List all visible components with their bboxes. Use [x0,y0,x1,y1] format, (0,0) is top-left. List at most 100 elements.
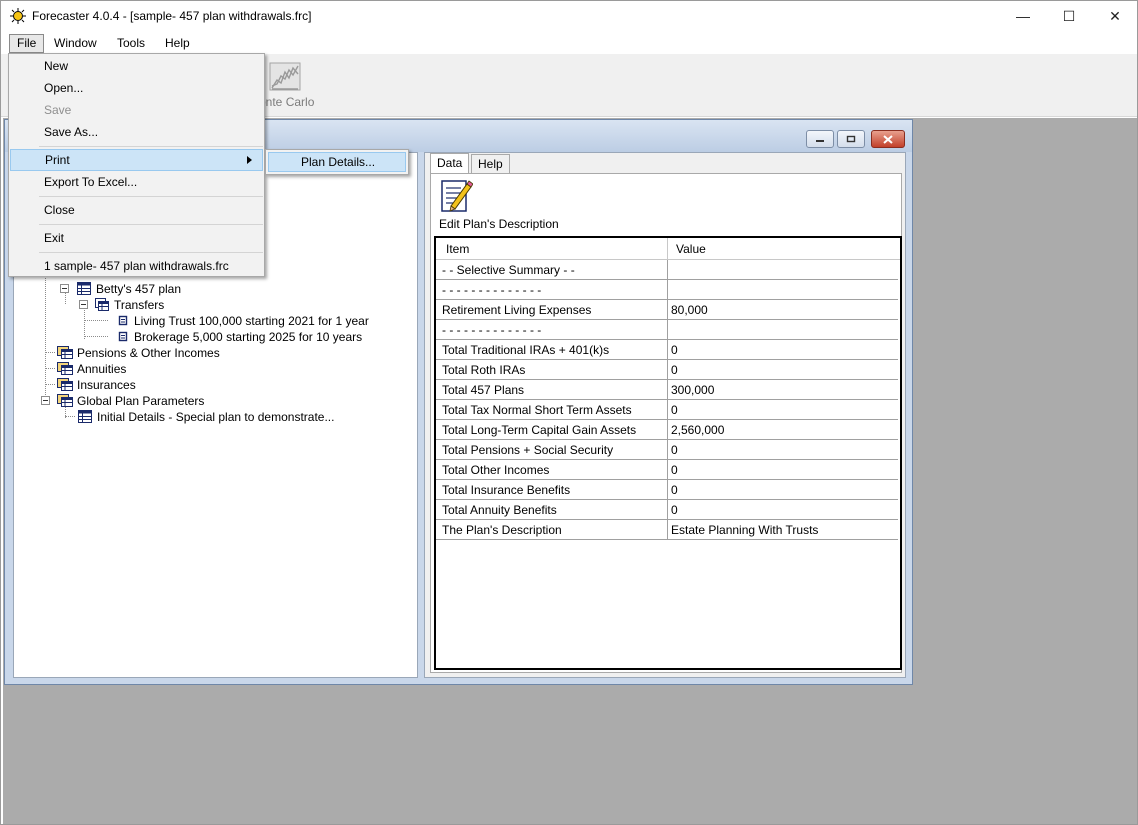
menu-separator [39,224,263,225]
table-row[interactable]: - - - - - - - - - - - - - - [436,320,898,340]
folder-table-icon [95,298,109,311]
menu-file[interactable]: File [9,34,45,53]
child-close-button[interactable] [871,130,905,148]
menu-item-plan-details[interactable]: Plan Details... [268,152,406,172]
table-row[interactable]: Total Long-Term Capital Gain Assets 2,560… [436,420,898,440]
tree-item-pensions[interactable]: Pensions & Other Incomes [55,345,305,361]
menu-item-export-excel[interactable]: Export To Excel... [10,171,263,193]
cell-item: Total Insurance Benefits [442,483,571,497]
menu-item-close[interactable]: Close [10,199,263,221]
maximize-icon: ☐ [1062,7,1076,24]
tree-item-transfers[interactable]: Transfers [79,297,279,313]
table-icon [77,282,91,295]
tree-item-label: Global Plan Parameters [77,394,205,408]
menu-help[interactable]: Help [158,34,197,53]
menu-item-exit[interactable]: Exit [10,227,263,249]
edit-description-label: Edit Plan's Description [439,217,559,231]
tree-item-label: Annuities [77,362,127,376]
menu-item-new[interactable]: New [10,55,263,77]
child-minimize-button[interactable] [806,130,834,148]
restore-icon [846,135,856,143]
table-row[interactable]: Total Pensions + Social Security 0 [436,440,898,460]
menu-item-print[interactable]: Print [10,149,263,171]
child-restore-button[interactable] [837,130,865,148]
collapse-toggle-icon[interactable] [79,300,88,309]
tree-connector [84,336,108,337]
window-title: Forecaster 4.0.4 - [sample- 457 plan wit… [32,9,312,23]
column-divider [667,320,668,340]
menu-window[interactable]: Window [47,34,104,53]
column-divider [667,480,668,500]
tree-item-global-params[interactable]: Global Plan Parameters [41,393,291,409]
item-icon [118,315,128,326]
cell-value [671,260,896,280]
tab-help[interactable]: Help [471,154,510,173]
column-divider [667,460,668,480]
table-row[interactable]: - - Selective Summary - - [436,260,898,280]
tree-item-brokerage[interactable]: Brokerage 5,000 starting 2025 for 10 yea… [108,329,408,345]
monte-carlo-button[interactable]: onte Carlo [259,60,321,112]
tree-item-label: Pensions & Other Incomes [77,346,220,360]
column-divider [667,420,668,440]
table-row[interactable]: The Plan's Description Estate Planning Wi… [436,520,898,540]
edit-document-pencil-icon [441,180,473,212]
column-divider [667,340,668,360]
table-row[interactable]: Total Insurance Benefits 0 [436,480,898,500]
forecaster-sun-icon [10,8,26,24]
menu-bar: File Window Tools Help [1,32,1137,54]
print-submenu: Plan Details... [265,149,409,175]
menu-item-open[interactable]: Open... [10,77,263,99]
menu-separator [39,146,263,147]
minimize-button[interactable]: — [1000,1,1046,31]
close-button[interactable]: ✕ [1092,1,1138,31]
edit-description-button[interactable]: Edit Plan's Description [439,178,569,232]
tree-item-annuities[interactable]: Annuities [55,361,255,377]
cell-item: Retirement Living Expenses [442,303,592,317]
collapse-toggle-icon[interactable] [41,396,50,405]
tree-item-label: Transfers [114,298,165,312]
cell-item: Total Roth IRAs [442,363,526,377]
tree-item-living-trust[interactable]: Living Trust 100,000 starting 2021 for 1… [108,313,408,329]
column-divider [667,260,668,280]
cell-item: - - - - - - - - - - - - - - [442,283,542,297]
cell-value: 0 [671,483,678,497]
table-row[interactable]: Total Annuity Benefits 0 [436,500,898,520]
table-row[interactable]: Total Tax Normal Short Term Assets 0 [436,400,898,420]
data-tab-panel: Edit Plan's Description Item Value - - S… [430,173,902,673]
tree-connector [45,368,55,369]
cell-item: Total Other Incomes [442,463,550,477]
menu-item-save-as[interactable]: Save As... [10,121,263,143]
table-row[interactable]: Total Roth IRAs 0 [436,360,898,380]
tree-item-label: Initial Details - Special plan to demons… [97,410,335,424]
table-row[interactable]: Retirement Living Expenses 80,000 [436,300,898,320]
table-row[interactable]: Total Other Incomes 0 [436,460,898,480]
summary-grid[interactable]: Item Value - - Selective Summary - - - -… [434,236,902,670]
cell-item: - - - - - - - - - - - - - - [442,323,542,337]
column-header-item[interactable]: Item [446,238,469,260]
cell-item: Total Pensions + Social Security [442,443,614,457]
maximize-button[interactable]: ☐ [1046,1,1092,31]
table-row[interactable]: - - - - - - - - - - - - - - [436,280,898,300]
grid-header: Item Value [436,238,900,260]
column-header-value[interactable]: Value [676,238,706,260]
menu-tools[interactable]: Tools [110,34,152,53]
menu-item-recent-file[interactable]: 1 sample- 457 plan withdrawals.frc [10,255,263,277]
minimize-icon: — [1016,8,1030,24]
tree-item-bettys-457[interactable]: Betty's 457 plan [60,281,260,297]
cell-item: Total 457 Plans [442,383,525,397]
tab-data[interactable]: Data [430,153,470,174]
close-icon [883,134,893,144]
menu-separator [39,196,263,197]
cell-value: Estate Planning With Trusts [671,523,819,537]
tree-item-initial-details[interactable]: Initial Details - Special plan to demons… [76,409,406,425]
folder-table-icon [57,394,73,407]
cell-item: Total Traditional IRAs + 401(k)s [442,343,610,357]
table-row[interactable]: Total 457 Plans 300,000 [436,380,898,400]
column-divider [667,280,668,300]
menu-item-print-label: Print [45,153,70,167]
menu-separator [39,252,263,253]
collapse-toggle-icon[interactable] [60,284,69,293]
table-row[interactable]: Total Traditional IRAs + 401(k)s 0 [436,340,898,360]
monte-carlo-chart-icon [269,62,301,91]
tree-item-insurances[interactable]: Insurances [55,377,255,393]
